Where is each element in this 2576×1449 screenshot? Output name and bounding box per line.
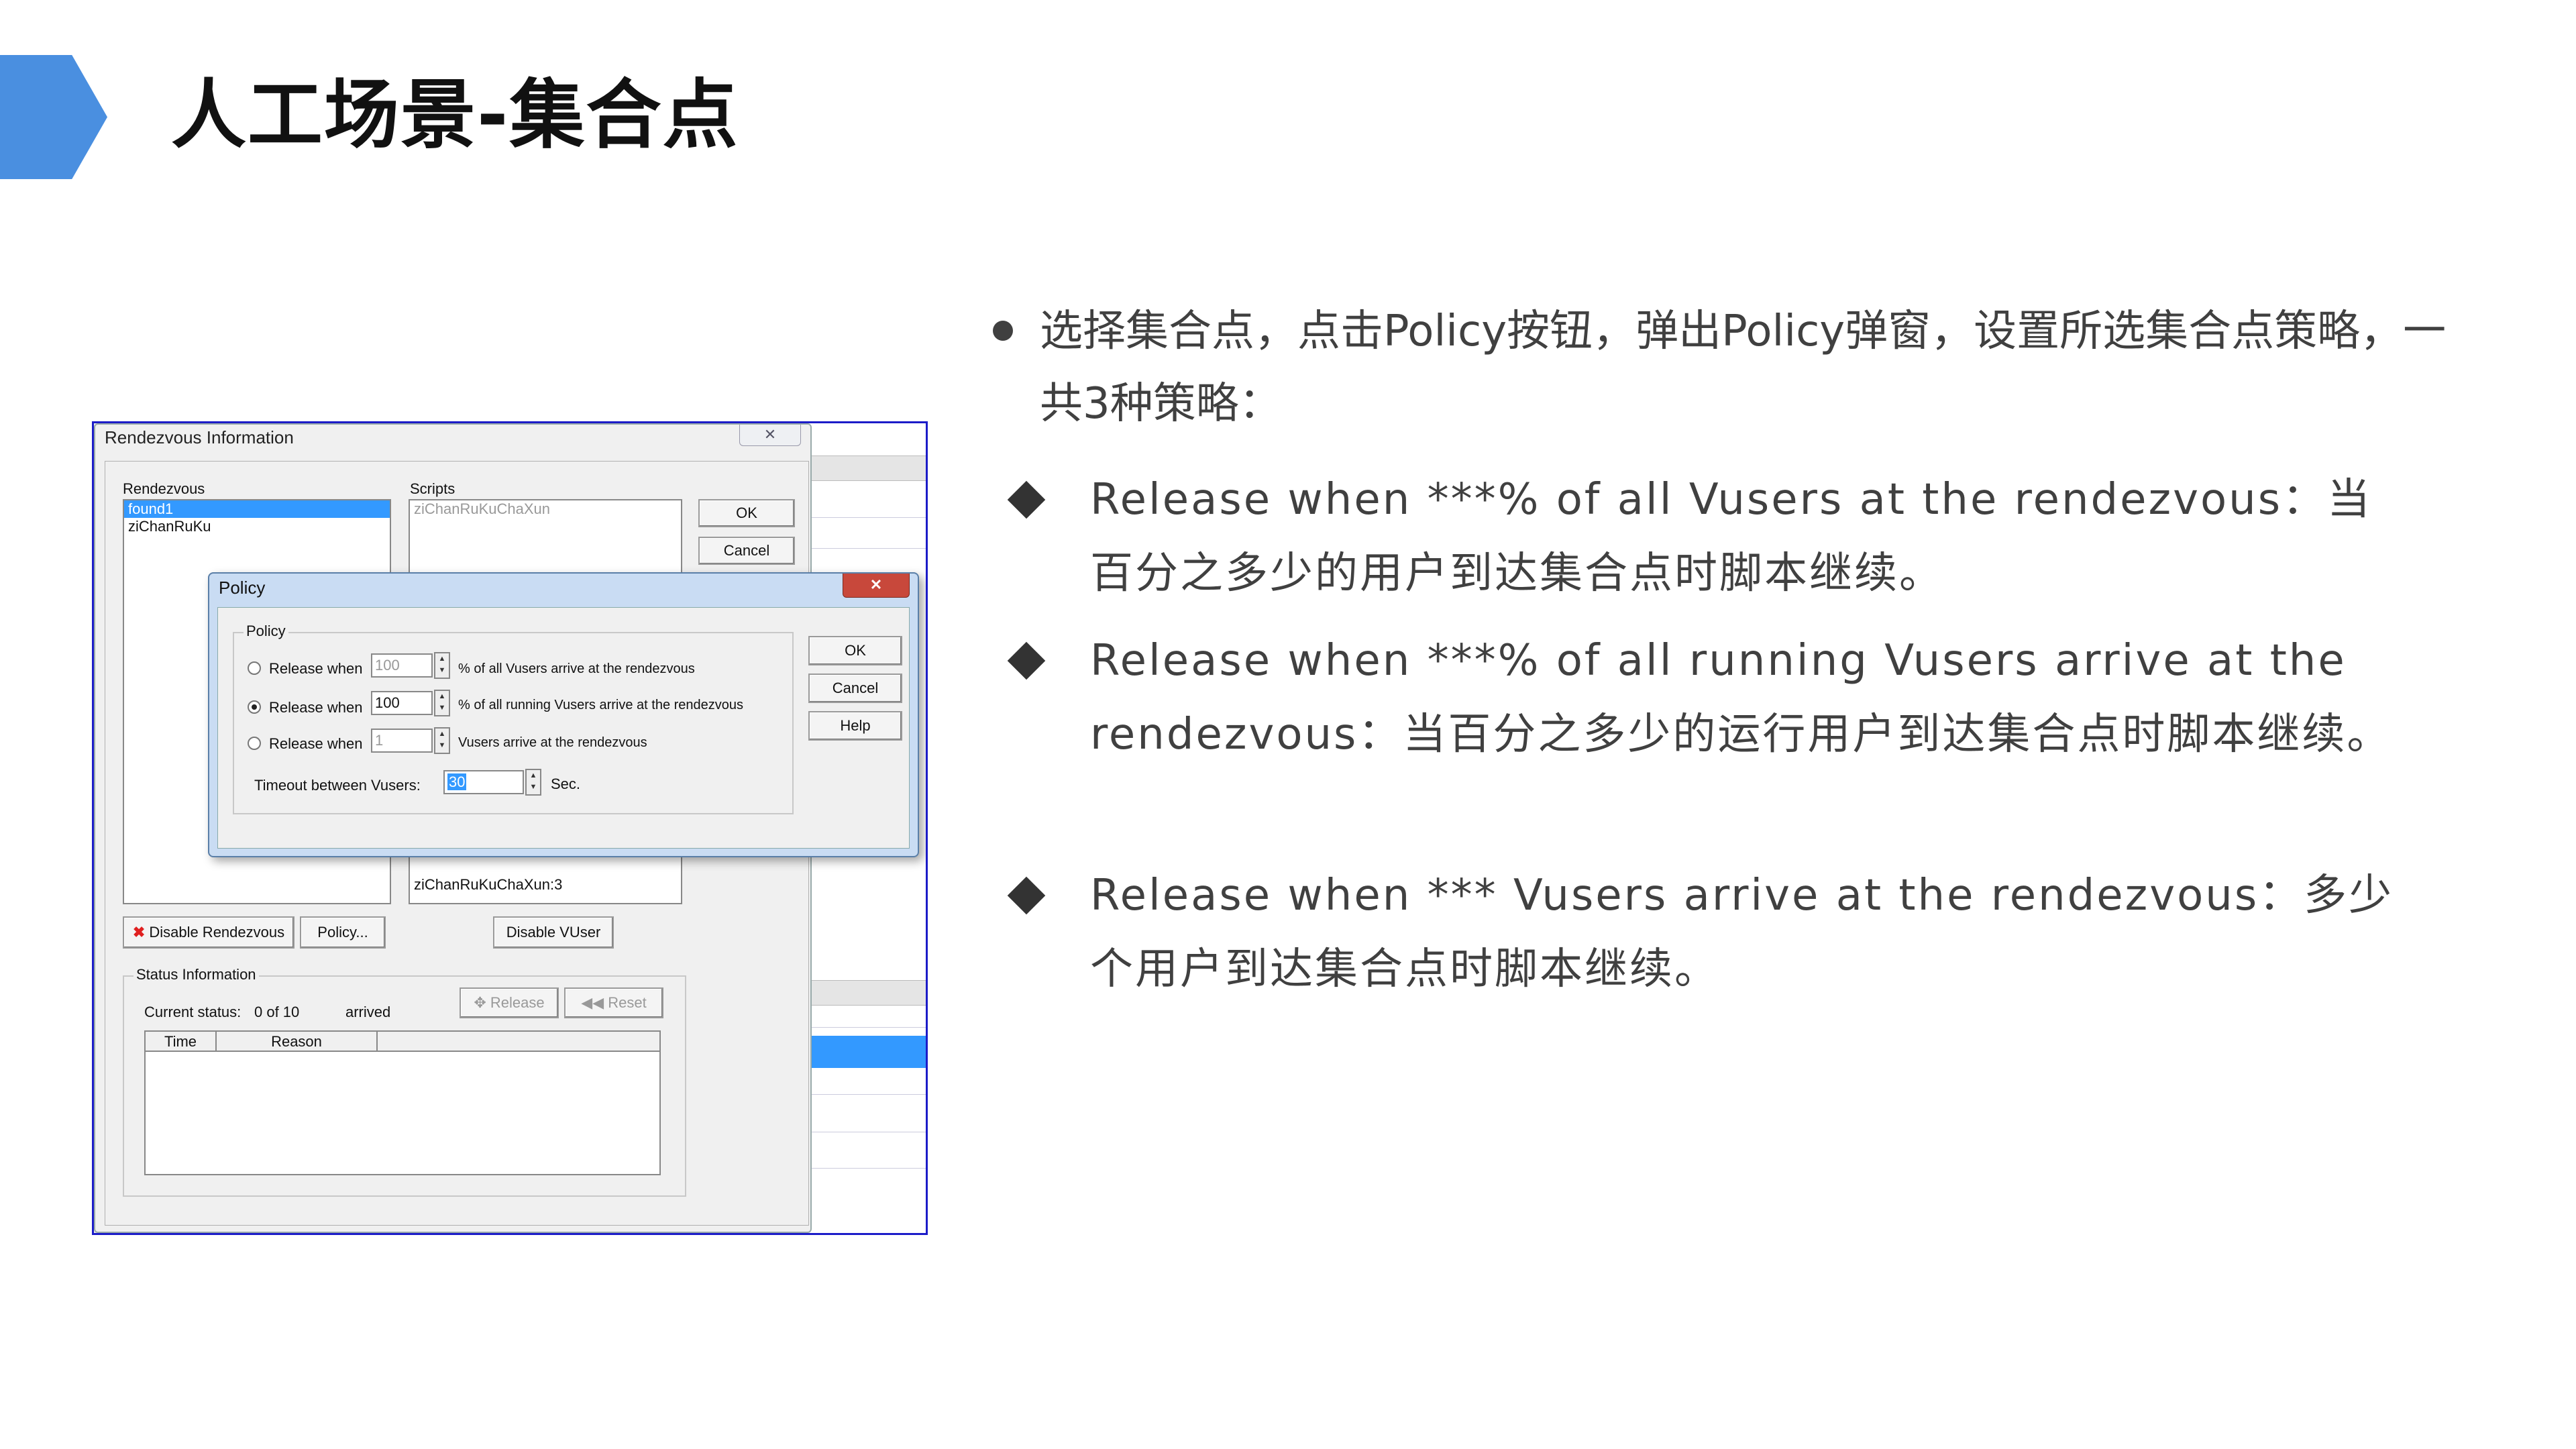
red-x-icon: ✖ <box>132 924 146 941</box>
background-row-line <box>805 1094 926 1095</box>
policy-dialog-body: Policy Release when 100 ▲ ▼ % of all Vuse… <box>217 607 910 849</box>
timeout-input[interactable]: 30 <box>443 770 524 794</box>
percent-all-input[interactable]: 100 <box>371 653 433 678</box>
timeout-stepper[interactable]: ▲ ▼ <box>525 769 541 796</box>
timeout-unit: Sec. <box>551 775 581 792</box>
release-button[interactable]: ✥ Release <box>460 987 559 1018</box>
release-label: Release <box>490 994 545 1011</box>
policy-button[interactable]: Policy... <box>300 916 386 949</box>
scripts-label: Scripts <box>410 480 455 497</box>
status-group-label: Status Information <box>133 966 259 983</box>
bullet-dot-icon <box>993 321 1013 341</box>
page-title: 人工场景-集合点 <box>171 72 739 159</box>
cancel-button[interactable]: Cancel <box>808 674 902 703</box>
release-when-label: Release when <box>269 660 363 677</box>
disable-vuser-button[interactable]: Disable VUser <box>493 916 614 949</box>
sub-bullet: Release when ***% of all Vusers at the r… <box>1090 475 2373 598</box>
diamond-bullet-icon <box>1007 641 1046 680</box>
status-grid[interactable]: Time Reason <box>144 1030 661 1175</box>
policy-group: Policy Release when 100 ▲ ▼ % of all Vuse… <box>233 623 794 814</box>
sub-bullet: Release when ***% of all running Vusers … <box>1090 636 2392 759</box>
column-header-reason[interactable]: Reason <box>217 1032 378 1052</box>
background-row-line <box>805 517 926 518</box>
rendezvous-window-title: Rendezvous Information <box>105 427 294 447</box>
percent-all-suffix: % of all Vusers arrive at the rendezvous <box>458 661 695 676</box>
sub-bullet: Release when *** Vusers arrive at the re… <box>1090 871 2394 994</box>
reset-button[interactable]: ◀◀ Reset <box>564 987 663 1018</box>
release-vusers-count-radio[interactable] <box>248 737 261 750</box>
close-icon[interactable]: ✕ <box>739 425 801 446</box>
ok-button[interactable]: OK <box>808 636 902 665</box>
background-row-line <box>805 548 926 549</box>
current-status-label: Current status: <box>144 1004 241 1020</box>
background-row-line <box>805 1168 926 1169</box>
percent-running-suffix: % of all running Vusers arrive at the re… <box>458 698 744 712</box>
policy-dialog-title: Policy <box>219 578 266 598</box>
timeout-label: Timeout between Vusers: <box>254 777 421 794</box>
percent-running-input[interactable]: 100 <box>371 691 433 715</box>
vusers-count-input[interactable]: 1 <box>371 729 433 753</box>
background-toolbar <box>805 980 926 1006</box>
current-status-value: 0 of 10 <box>254 1004 300 1020</box>
rewind-icon: ◀◀ <box>581 994 608 1011</box>
vusers-count-suffix: Vusers arrive at the rendezvous <box>458 735 647 750</box>
background-row-line <box>805 1027 926 1028</box>
cancel-button[interactable]: Cancel <box>698 537 795 565</box>
close-icon[interactable]: ✕ <box>843 574 910 598</box>
list-item[interactable]: ziChanRuKuChaXun <box>410 500 681 518</box>
main-bullet: 选择集合点，点击Policy按钮，弹出Policy弹窗，设置所选集合点策略，一共… <box>993 295 2462 440</box>
main-bullet-text: 选择集合点，点击Policy按钮，弹出Policy弹窗，设置所选集合点策略，一共… <box>1040 307 2447 429</box>
percent-running-stepper[interactable]: ▲ ▼ <box>434 690 450 716</box>
timeout-value: 30 <box>447 773 467 790</box>
list-item[interactable]: ziChanRuKuChaXun:3 <box>410 876 562 894</box>
background-toolbar <box>805 455 926 481</box>
help-button[interactable]: Help <box>808 711 902 741</box>
ok-button[interactable]: OK <box>698 499 795 527</box>
grid-header: Time Reason <box>146 1032 659 1052</box>
disable-rendezvous-label: Disable Rendezvous <box>149 924 285 941</box>
title-arrow-icon <box>0 55 107 179</box>
disable-rendezvous-button[interactable]: ✖ Disable Rendezvous <box>123 916 294 949</box>
release-icon: ✥ <box>474 994 490 1011</box>
vusers-count-stepper[interactable]: ▲ ▼ <box>434 727 450 754</box>
rendezvous-label: Rendezvous <box>123 480 205 497</box>
list-item[interactable]: ziChanRuKu <box>124 518 390 535</box>
percent-all-stepper[interactable]: ▲ ▼ <box>434 652 450 679</box>
policy-group-label: Policy <box>244 623 288 640</box>
column-header-time[interactable]: Time <box>146 1032 217 1052</box>
status-information-group: Status Information Current status: 0 of … <box>123 966 686 1197</box>
list-item[interactable]: found1 <box>124 500 390 518</box>
rendezvous-screenshot: Rendezvous Information ✕ Rendezvous foun… <box>92 421 928 1235</box>
release-percent-running-radio[interactable] <box>248 700 261 714</box>
arrived-label: arrived <box>345 1004 391 1020</box>
diamond-bullet-icon <box>1007 876 1046 915</box>
release-percent-all-radio[interactable] <box>248 661 261 675</box>
background-selected-row <box>805 1036 926 1068</box>
policy-dialog: Policy ✕ Policy Release when 100 ▲ ▼ % of… <box>208 572 919 857</box>
release-when-label: Release when <box>269 735 363 752</box>
diamond-bullet-icon <box>1007 480 1046 519</box>
reset-label: Reset <box>608 994 647 1011</box>
release-when-label: Release when <box>269 699 363 716</box>
